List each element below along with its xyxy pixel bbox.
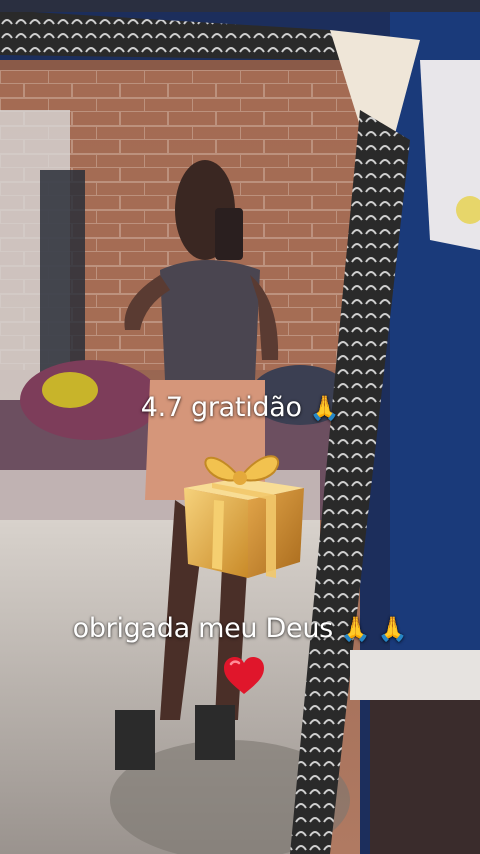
story-frame: 4.7 gratidão 🙏 obrigada meu Deus 🙏 🙏: [0, 0, 480, 854]
folded-hands-pair-icon: 🙏 🙏: [340, 615, 408, 643]
caption-gratitude: 4.7 gratidão 🙏: [0, 392, 480, 423]
caption-gratitude-text: 4.7 gratidão: [140, 392, 302, 423]
gift-box-icon: [184, 455, 304, 578]
caption-thanks: obrigada meu Deus 🙏 🙏: [0, 608, 480, 650]
folded-hands-icon: 🙏: [309, 394, 340, 422]
caption-thanks-text: obrigada meu Deus: [72, 613, 334, 644]
red-heart-icon: [224, 657, 264, 694]
mirror-selfie-photo: [0, 0, 480, 854]
